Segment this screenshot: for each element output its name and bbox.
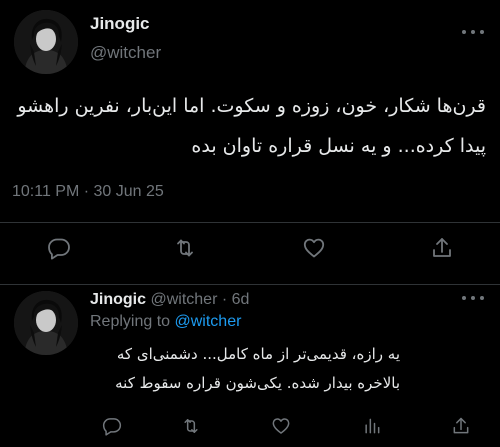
replying-to-link[interactable]: @witcher — [175, 313, 242, 330]
share-icon — [453, 417, 469, 434]
share-icon — [433, 238, 451, 257]
share-button[interactable] — [427, 233, 457, 263]
tweet-timestamp[interactable]: 10:11 PM · 30 Jun 25 — [12, 183, 164, 201]
main-tweet: Jinogic @witcher قرن‌ها شکار، خون، زوزه … — [0, 0, 500, 286]
avatar[interactable] — [14, 10, 78, 74]
reply-text: یه رازه، قدیمی‌تر از ماه کامل... دشمنی‌ا… — [115, 345, 400, 392]
display-name[interactable]: Jinogic — [90, 291, 146, 308]
reply-icon — [48, 238, 70, 260]
reply-timestamp[interactable]: 6d — [232, 291, 250, 308]
views-icon — [365, 418, 380, 434]
divider — [0, 222, 500, 223]
retweet-icon — [184, 419, 198, 433]
display-name[interactable]: Jinogic — [90, 14, 150, 34]
like-button[interactable] — [299, 233, 329, 263]
heart-icon — [272, 418, 290, 434]
replying-to: Replying to @witcher — [90, 313, 241, 331]
tweet-thread: Jinogic @witcher قرن‌ها شکار، خون، زوزه … — [0, 0, 500, 447]
reply-header: Jinogic @witcher · 6d — [90, 291, 249, 309]
more-horizontal-icon[interactable] — [462, 27, 484, 37]
replying-to-label: Replying to — [90, 313, 175, 330]
user-handle[interactable]: @witcher — [150, 291, 217, 308]
heart-icon — [303, 238, 325, 258]
avatar[interactable] — [14, 291, 78, 355]
retweet-button[interactable] — [176, 411, 206, 441]
retweet-icon — [177, 239, 193, 257]
reply-icon — [102, 418, 122, 436]
reply-button[interactable] — [97, 411, 127, 441]
separator: · — [217, 291, 232, 308]
tweet-text: قرن‌ها شکار، خون، زوزه و سکوت. اما این‌ب… — [17, 95, 486, 157]
reply-button[interactable] — [44, 233, 74, 263]
views-button[interactable] — [357, 411, 387, 441]
retweet-button[interactable] — [170, 233, 200, 263]
more-horizontal-icon[interactable] — [462, 293, 484, 303]
user-handle[interactable]: @witcher — [90, 43, 161, 63]
share-button[interactable] — [446, 411, 476, 441]
like-button[interactable] — [266, 411, 296, 441]
divider — [0, 284, 500, 285]
